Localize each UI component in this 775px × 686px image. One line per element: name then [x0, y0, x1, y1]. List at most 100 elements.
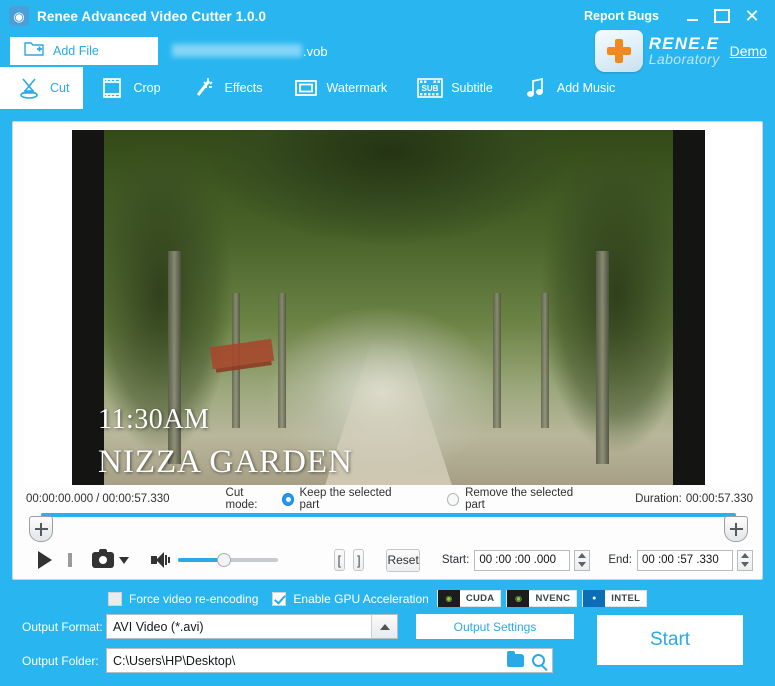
radio-remove-label: Remove the selected part — [465, 487, 583, 511]
output-format-row: Output Format: AVI Video (*.avi) Output … — [22, 614, 574, 639]
add-file-label: Add File — [53, 44, 99, 58]
start-time-input[interactable]: 00 :00 :00 .000 — [474, 550, 570, 571]
badge-intel-label: INTEL — [605, 593, 646, 604]
mark-out-button[interactable]: ] — [353, 549, 364, 571]
start-time-label: Start: — [442, 554, 469, 566]
title-bar: ◉ Renee Advanced Video Cutter 1.0.0 Repo… — [0, 0, 775, 32]
badge-cuda-label: CUDA — [460, 593, 501, 604]
close-icon[interactable]: ✕ — [737, 3, 767, 29]
sub-icon: SUB — [417, 75, 443, 101]
current-time: 00:00:00.000 — [26, 493, 93, 505]
demo-link[interactable]: Demo — [730, 43, 767, 59]
scene-tree-trunk — [278, 293, 286, 428]
total-time: 00:00:57.330 — [102, 493, 169, 505]
tab-subtitle-label: Subtitle — [451, 81, 493, 95]
output-format-label: Output Format: — [22, 620, 106, 634]
volume-control[interactable] — [151, 552, 278, 568]
tab-add-music[interactable]: Add Music — [507, 67, 629, 109]
maximize-icon[interactable] — [707, 3, 737, 29]
stop-icon[interactable] — [68, 553, 72, 567]
output-settings-button[interactable]: Output Settings — [416, 614, 574, 639]
trim-end-handle[interactable] — [724, 516, 748, 542]
intel-icon: ● — [583, 590, 605, 607]
letterbox-right — [673, 130, 705, 485]
speaker-icon[interactable] — [151, 552, 171, 568]
minimize-icon[interactable] — [677, 3, 707, 29]
radio-keep-selected[interactable]: Keep the selected part — [282, 487, 404, 511]
volume-slider[interactable] — [178, 553, 278, 567]
time-separator: / — [96, 493, 99, 505]
film-reel-icon: ◉ — [9, 6, 29, 26]
gpu-badge-list: ◉ CUDA ◉ NVENC ● INTEL — [437, 590, 647, 607]
report-bugs-link[interactable]: Report Bugs — [584, 9, 659, 23]
checkbox-indicator — [108, 592, 122, 606]
badge-cuda: ◉ CUDA — [437, 590, 502, 607]
badge-intel: ● INTEL — [582, 590, 647, 607]
application-window: ◉ Renee Advanced Video Cutter 1.0.0 Repo… — [0, 0, 775, 686]
output-format-value: AVI Video (*.avi) — [107, 620, 204, 634]
radio-keep-label: Keep the selected part — [300, 487, 404, 511]
gpu-acceleration-label: Enable GPU Acceleration — [293, 592, 428, 606]
radio-remove-indicator — [447, 493, 459, 506]
add-file-button[interactable]: Add File — [10, 37, 158, 65]
video-preview[interactable]: 11:30AM NIZZA GARDEN — [24, 130, 753, 485]
video-frame: 11:30AM NIZZA GARDEN — [72, 130, 705, 485]
encoding-options: Force video re-encoding Enable GPU Accel… — [108, 590, 647, 607]
cut-mode-label: Cut mode: — [226, 487, 274, 511]
badge-nvenc-label: NVENC — [529, 593, 576, 604]
end-time-input[interactable]: 00 :00 :57 .330 — [637, 550, 733, 571]
brand-logo: RENE.E Laboratory Demo — [595, 30, 767, 72]
timeline-track[interactable] — [41, 513, 736, 517]
search-icon[interactable] — [532, 654, 545, 667]
duration-value: 00:00:57.330 — [686, 493, 753, 505]
tab-effects[interactable]: Effects — [175, 67, 277, 109]
reset-button[interactable]: Reset — [386, 549, 419, 572]
chevron-down-icon[interactable] — [119, 557, 129, 564]
tab-crop[interactable]: Crop — [83, 67, 174, 109]
folder-icon[interactable] — [507, 654, 524, 667]
checkbox-indicator — [272, 592, 286, 606]
start-time-stepper[interactable] — [574, 550, 590, 571]
output-format-select[interactable]: AVI Video (*.avi) — [106, 614, 398, 639]
tab-cut[interactable]: Cut — [0, 67, 83, 109]
page-title: Renee Advanced Video Cutter 1.0.0 — [37, 9, 266, 24]
window-controls: Report Bugs ✕ — [584, 0, 775, 32]
output-folder-label: Output Folder: — [22, 654, 106, 668]
force-reencode-label: Force video re-encoding — [129, 592, 258, 606]
tab-add-music-label: Add Music — [557, 81, 615, 95]
svg-text:SUB: SUB — [422, 84, 439, 93]
tab-bar: Cut Crop Effects — [0, 67, 775, 109]
move-crosshair-icon — [35, 523, 48, 536]
timeline[interactable] — [24, 510, 753, 540]
music-note-icon — [523, 75, 549, 101]
start-button[interactable]: Start — [597, 615, 743, 665]
brand-subtitle: Laboratory — [649, 52, 720, 67]
medical-cross-icon — [595, 30, 643, 72]
playback-controls: [ ] Reset Start: 00 :00 :00 .000 End: 00… — [24, 546, 753, 574]
editor-panel: 11:30AM NIZZA GARDEN 00:00:00.000 / 00:0… — [12, 121, 763, 580]
filename-extension: .vob — [303, 44, 328, 59]
mark-in-button[interactable]: [ — [334, 549, 345, 571]
badge-nvenc: ◉ NVENC — [506, 590, 577, 607]
scene-tree-trunk — [596, 251, 609, 464]
tab-watermark[interactable]: Watermark — [277, 67, 402, 109]
snapshot-button[interactable] — [92, 552, 129, 568]
loaded-filename: .vob — [172, 43, 328, 59]
output-folder-value: C:\Users\HP\Desktop\ — [107, 654, 235, 668]
end-time-label: End: — [608, 554, 632, 566]
folder-add-icon — [24, 41, 44, 62]
nvidia-icon: ◉ — [507, 590, 529, 607]
force-reencode-checkbox[interactable]: Force video re-encoding — [108, 592, 258, 606]
tab-cut-label: Cut — [50, 81, 69, 95]
folder-actions — [507, 654, 545, 667]
output-folder-field[interactable]: C:\Users\HP\Desktop\ — [106, 648, 553, 673]
tab-subtitle[interactable]: SUB Subtitle — [401, 67, 507, 109]
play-icon[interactable] — [38, 551, 52, 569]
gpu-acceleration-checkbox[interactable]: Enable GPU Acceleration — [272, 592, 428, 606]
tab-crop-label: Crop — [133, 81, 160, 95]
end-time-stepper[interactable] — [737, 550, 753, 571]
radio-remove-selected[interactable]: Remove the selected part — [447, 487, 583, 511]
trim-start-handle[interactable] — [29, 516, 53, 542]
overlay-time: 11:30AM — [98, 404, 209, 436]
chevron-up-icon[interactable] — [371, 615, 397, 638]
